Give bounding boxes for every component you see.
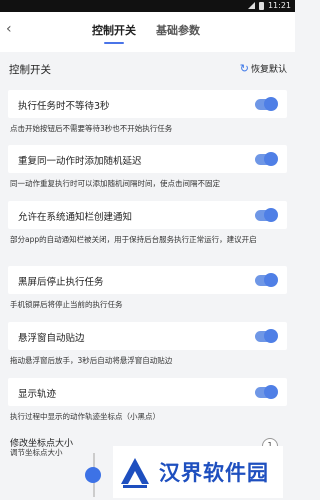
toggle-switch[interactable] [255, 152, 278, 166]
top-header: ‹ 控制开关 基础参数 [0, 12, 295, 52]
setting-label: 执行任务时不等待3秒 [18, 101, 110, 112]
toggle-knob [264, 329, 278, 343]
back-icon[interactable]: ‹ [6, 21, 22, 37]
restore-default-label: 恢复默认 [250, 65, 287, 75]
setting-description: 同一动作重复执行时可以添加随机间隔时间，使点击间隔不固定 [10, 179, 220, 188]
signal-icon [247, 2, 255, 9]
setting-description: 执行过程中显示的动作轨迹坐标点（小黑点） [10, 412, 160, 421]
toggle-switch[interactable] [255, 329, 278, 343]
toggle-knob [264, 152, 278, 166]
setting-label: 显示轨迹 [18, 389, 57, 400]
section-header: 控制开关 ↻ 恢复默认 [0, 56, 295, 80]
setting-row-stop-on-lock: 黑屏后停止执行任务 [8, 266, 287, 294]
setting-row-no-wait: 执行任务时不等待3秒 [8, 90, 287, 118]
toggle-switch[interactable] [255, 208, 278, 222]
setting-row-notification: 允许在系统通知栏创建通知 [8, 201, 287, 229]
point-size-description: 调节坐标点大小 [10, 448, 63, 457]
toggle-switch[interactable] [255, 97, 278, 111]
tab-control-switch[interactable]: 控制开关 [92, 22, 136, 44]
tab-basic-params[interactable]: 基础参数 [156, 22, 200, 44]
toggle-knob [264, 385, 278, 399]
toggle-switch[interactable] [255, 385, 278, 399]
toggle-knob [264, 97, 278, 111]
setting-row-random-delay: 重复同一动作时添加随机延迟 [8, 145, 287, 173]
refresh-icon: ↻ [239, 61, 249, 75]
tab-bar: 控制开关 基础参数 [92, 22, 200, 44]
setting-description: 拖动悬浮窗后放手，3秒后自动将悬浮窗自动贴边 [10, 356, 173, 365]
toggle-knob [264, 273, 278, 287]
setting-description: 部分app的自动通知栏被关闭，用于保持后台服务执行正常运行，建议开启 [10, 235, 257, 244]
watermark-logo-icon [117, 454, 153, 490]
status-bar: 11:21 [0, 0, 295, 12]
setting-label: 允许在系统通知栏创建通知 [18, 212, 133, 223]
setting-row-float-snap: 悬浮窗自动贴边 [8, 322, 287, 350]
status-time: 11:21 [267, 1, 291, 10]
watermark-text: 汉界软件园 [159, 461, 269, 485]
battery-icon [258, 1, 264, 10]
restore-default-button[interactable]: ↻ 恢复默认 [239, 61, 287, 76]
watermark-overlay: 汉界软件园 [113, 446, 283, 498]
setting-label: 黑屏后停止执行任务 [18, 277, 104, 288]
section-title: 控制开关 [9, 64, 51, 76]
toggle-knob [264, 208, 278, 222]
setting-label: 悬浮窗自动贴边 [18, 333, 85, 344]
toggle-switch[interactable] [255, 273, 278, 287]
point-size-slider-knob[interactable] [85, 467, 101, 483]
setting-row-show-trace: 显示轨迹 [8, 378, 287, 406]
setting-label: 重复同一动作时添加随机延迟 [18, 156, 142, 167]
setting-description: 点击开始按钮后不需要等待3秒也不开始执行任务 [10, 124, 173, 133]
setting-description: 手机锁屏后将停止当前的执行任务 [10, 300, 123, 309]
